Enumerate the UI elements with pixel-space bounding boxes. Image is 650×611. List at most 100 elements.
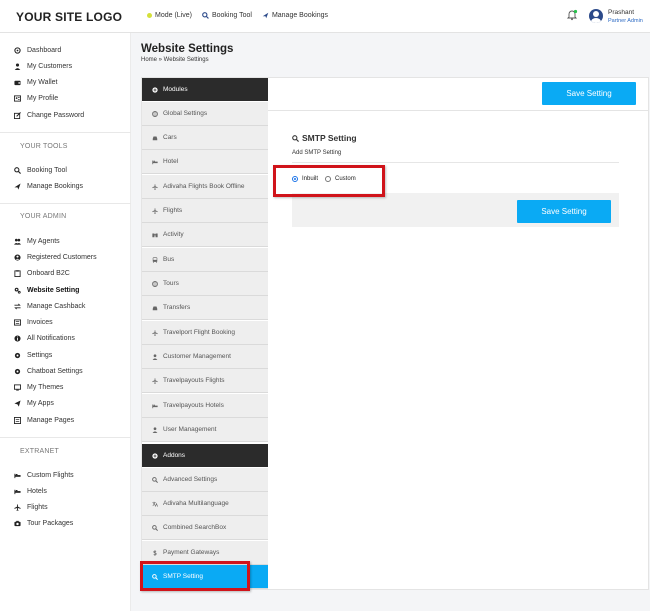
save-setting-button[interactable]: Save Setting bbox=[517, 200, 611, 223]
menu-item-tours[interactable]: Tours bbox=[142, 272, 268, 296]
plane-icon bbox=[14, 503, 21, 511]
wallet-icon bbox=[14, 80, 21, 85]
sidebar-divider bbox=[0, 437, 131, 438]
bed-icon bbox=[14, 473, 21, 478]
sidebar-header-extranet: EXTRANET bbox=[20, 448, 59, 455]
gears-icon bbox=[14, 287, 21, 294]
sidebar-item-settings[interactable]: Settings bbox=[14, 349, 52, 361]
menu-item-global-settings[interactable]: Global Settings bbox=[142, 102, 268, 126]
form-footer: Save Setting bbox=[292, 193, 619, 227]
plane-icon bbox=[152, 329, 158, 336]
pages-icon bbox=[14, 416, 21, 424]
user-avatar[interactable] bbox=[589, 9, 603, 23]
sidebar-item-registered-customers[interactable]: Registered Customers bbox=[14, 251, 97, 263]
bed-icon bbox=[152, 404, 158, 408]
menu-group-addons: Addons bbox=[142, 444, 268, 467]
sidebar-item-my-wallet[interactable]: My Wallet bbox=[14, 76, 57, 88]
user-icon bbox=[152, 353, 158, 360]
car-icon bbox=[152, 306, 158, 310]
user-icon bbox=[14, 62, 21, 70]
menu-item-bus[interactable]: Bus bbox=[142, 248, 268, 272]
search-icon bbox=[14, 166, 21, 174]
globe-icon bbox=[152, 280, 158, 287]
menu-item-adivaha-flights-book-offline[interactable]: Adivaha Flights Book Offline bbox=[142, 175, 268, 199]
save-setting-button-top[interactable]: Save Setting bbox=[542, 82, 636, 105]
menu-item-travelpayouts-flights[interactable]: Travelpayouts Flights bbox=[142, 369, 268, 393]
content-toolbar: Save Setting bbox=[268, 78, 649, 111]
paper-plane-icon bbox=[14, 399, 21, 407]
bed-icon bbox=[152, 160, 158, 164]
user-circle-icon bbox=[14, 253, 21, 261]
sidebar-item-booking-tool[interactable]: Booking Tool bbox=[14, 164, 67, 176]
sidebar-item-manage-cashback[interactable]: Manage Cashback bbox=[14, 300, 85, 312]
plane-icon bbox=[152, 377, 158, 384]
sidebar-item-manage-bookings[interactable]: Manage Bookings bbox=[14, 180, 83, 192]
manage-bookings-link[interactable]: Manage Bookings bbox=[262, 12, 328, 19]
menu-item-activity[interactable]: Activity bbox=[142, 223, 268, 247]
sidebar-item-dashboard[interactable]: Dashboard bbox=[14, 44, 61, 56]
sidebar-divider bbox=[0, 203, 131, 204]
search-icon bbox=[292, 134, 299, 142]
sidebar-item-hotels[interactable]: Hotels bbox=[14, 485, 47, 497]
sidebar-item-my-profile[interactable]: My Profile bbox=[14, 92, 58, 104]
menu-item-flights[interactable]: Flights bbox=[142, 199, 268, 223]
menu-item-hotel[interactable]: Hotel bbox=[142, 150, 268, 174]
mode-live-toggle[interactable]: Mode (Live) bbox=[147, 12, 192, 19]
sidebar-item-custom-flights[interactable]: Custom Flights bbox=[14, 469, 74, 481]
sidebar-item-onboard-b2c[interactable]: Onboard B2C bbox=[14, 267, 70, 279]
menu-item-user-management[interactable]: User Management bbox=[142, 418, 268, 442]
sidebar-item-my-themes[interactable]: My Themes bbox=[14, 381, 63, 393]
user-name[interactable]: Prashant bbox=[608, 9, 634, 16]
plane-icon bbox=[152, 207, 158, 214]
exchange-icon bbox=[14, 303, 21, 309]
site-logo[interactable]: YOUR SITE LOGO bbox=[16, 10, 122, 24]
notification-bell-icon[interactable] bbox=[566, 9, 578, 21]
sidebar-divider bbox=[0, 132, 131, 133]
menu-item-customer-management[interactable]: Customer Management bbox=[142, 345, 268, 369]
sidebar-item-change-password[interactable]: Change Password bbox=[14, 109, 84, 121]
profile-icon bbox=[14, 94, 21, 102]
car-icon bbox=[152, 136, 158, 140]
users-icon bbox=[14, 238, 21, 245]
sidebar-item-manage-pages[interactable]: Manage Pages bbox=[14, 414, 74, 426]
sidebar-item-my-customers[interactable]: My Customers bbox=[14, 60, 72, 72]
sidebar-item-website-setting[interactable]: Website Setting bbox=[14, 284, 79, 296]
settings-panel: Modules Global Settings Cars Hotel Adiva… bbox=[141, 77, 649, 590]
menu-item-advanced-settings[interactable]: Advanced Settings bbox=[142, 468, 268, 492]
sidebar-header-admin: YOUR ADMIN bbox=[20, 213, 67, 220]
dashboard-icon bbox=[14, 46, 21, 54]
sidebar-item-invoices[interactable]: Invoices bbox=[14, 316, 53, 328]
binoculars-icon bbox=[152, 233, 158, 237]
breadcrumb[interactable]: Home » Website Settings bbox=[141, 57, 209, 63]
theme-icon bbox=[14, 383, 21, 391]
dollar-icon bbox=[153, 549, 157, 556]
user-icon bbox=[152, 426, 158, 433]
sidebar-item-chatboat-settings[interactable]: Chatboat Settings bbox=[14, 365, 83, 377]
gear-icon bbox=[14, 352, 21, 358]
bus-icon bbox=[152, 256, 158, 263]
settings-icon bbox=[14, 368, 21, 374]
menu-item-travelpayouts-hotels[interactable]: Travelpayouts Hotels bbox=[142, 394, 268, 418]
booking-tool-link[interactable]: Booking Tool bbox=[202, 12, 252, 19]
sidebar-item-my-agents[interactable]: My Agents bbox=[14, 235, 60, 247]
smtp-subtitle: Add SMTP Setting bbox=[292, 150, 342, 156]
search-icon bbox=[152, 524, 158, 531]
menu-item-adivaha-multilanguage[interactable]: Adivaha Multilanguage bbox=[142, 492, 268, 516]
sidebar-item-my-apps[interactable]: My Apps bbox=[14, 397, 54, 409]
smtp-section-title: SMTP Setting bbox=[292, 133, 357, 143]
sidebar-item-tour-packages[interactable]: Tour Packages bbox=[14, 517, 73, 529]
search-icon bbox=[152, 476, 158, 483]
plane-icon bbox=[152, 183, 158, 190]
menu-item-travelport-flight-booking[interactable]: Travelport Flight Booking bbox=[142, 321, 268, 345]
menu-item-combined-searchbox[interactable]: Combined SearchBox bbox=[142, 516, 268, 540]
language-icon bbox=[152, 501, 158, 507]
top-bar: YOUR SITE LOGO Mode (Live) Booking Tool … bbox=[0, 0, 650, 33]
plane-icon bbox=[262, 12, 269, 19]
sidebar-item-all-notifications[interactable]: All Notifications bbox=[14, 332, 75, 344]
camera-icon bbox=[14, 520, 21, 526]
menu-item-cars[interactable]: Cars bbox=[142, 126, 268, 150]
page-title: Website Settings bbox=[141, 43, 234, 55]
circle-plus-icon bbox=[152, 452, 158, 459]
sidebar-item-flights[interactable]: Flights bbox=[14, 501, 48, 513]
menu-item-transfers[interactable]: Transfers bbox=[142, 296, 268, 320]
